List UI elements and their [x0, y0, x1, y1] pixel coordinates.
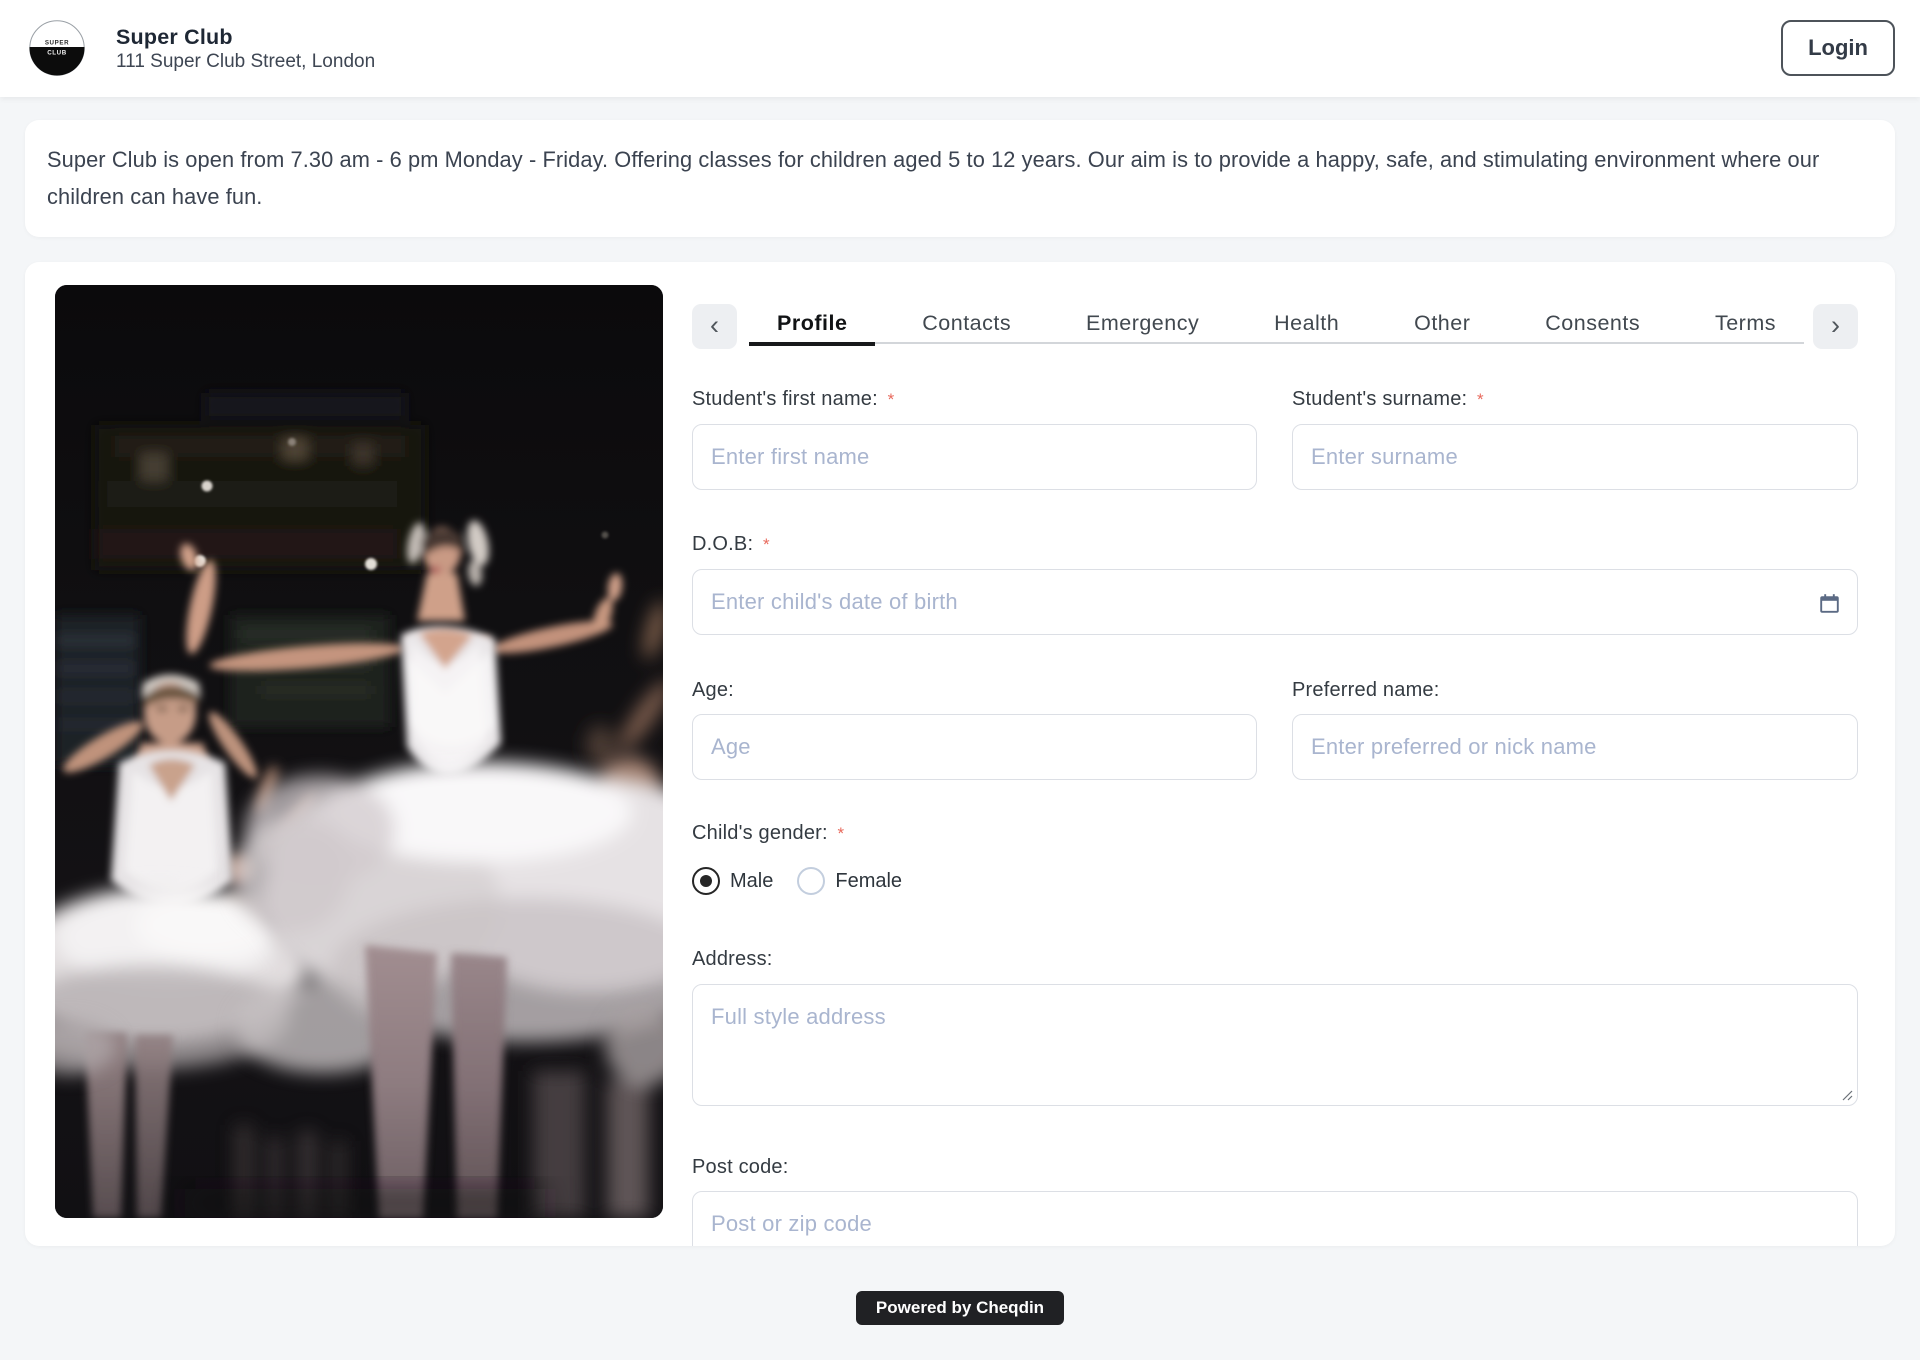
svg-text:SUPER: SUPER — [45, 40, 69, 47]
svg-text:CLUB: CLUB — [47, 50, 67, 57]
